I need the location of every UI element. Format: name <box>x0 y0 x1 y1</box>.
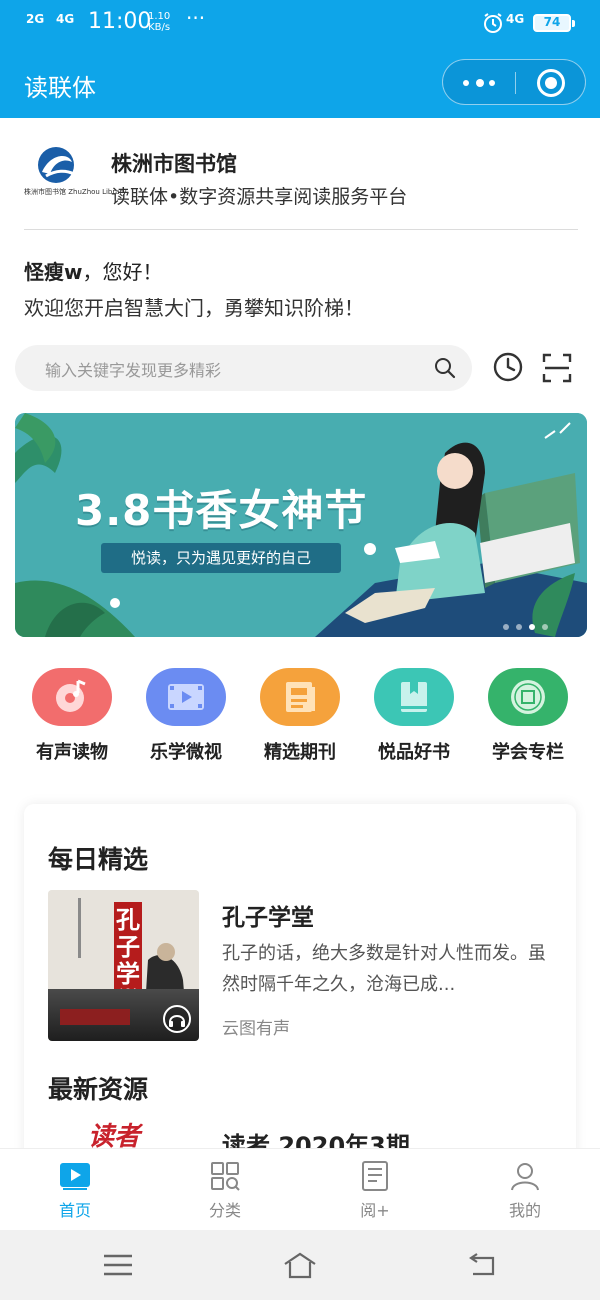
battery-level: 74 <box>543 15 561 29</box>
greeting: 怪瘦w，您好！ <box>24 256 162 285</box>
library-logo-icon <box>38 147 75 183</box>
video-film-icon <box>146 668 226 726</box>
category-journals[interactable]: 精选期刊 <box>243 668 357 764</box>
seal-emblem-icon <box>488 668 568 726</box>
search-input[interactable]: 输入关键字发现更多精彩 <box>15 345 472 391</box>
tab-mine[interactable]: 我的 <box>475 1161 575 1221</box>
home-icon[interactable] <box>282 1250 318 1280</box>
welcome-message: 欢迎您开启智慧大门，勇攀知识阶梯！ <box>24 296 364 320</box>
promo-banner[interactable]: 3.8书香女神节 悦读，只为遇见更好的自己 <box>15 413 587 637</box>
book-title[interactable]: 孔子学堂 <box>222 898 314 932</box>
network-4g: 4G <box>506 12 525 26</box>
journal-icon <box>260 668 340 726</box>
network-speed-value: 1.10 <box>148 11 171 22</box>
newest-resources-title: 最新资源 <box>48 1075 149 1104</box>
book-icon <box>374 668 454 726</box>
banner-pagination <box>503 615 555 634</box>
category-books[interactable]: 悦品好书 <box>357 668 471 764</box>
daily-picks-title: 每日精选 <box>48 845 149 874</box>
banner-dot[interactable] <box>516 624 522 630</box>
signal-2g: 2G <box>26 12 45 26</box>
status-more: ··· <box>186 6 206 30</box>
network-speed: 1.10 KB/s <box>148 11 170 33</box>
banner-title: 3.8书香女神节 <box>75 486 368 535</box>
username: 怪瘦w <box>24 260 83 284</box>
category-label: 乐学微视 <box>150 742 222 763</box>
signal-4g: 4G <box>56 12 75 26</box>
home-play-icon <box>60 1163 90 1190</box>
scan-icon[interactable] <box>542 353 572 383</box>
status-bar: 2G 4G 11:00 1.10 KB/s ··· 4G 74 <box>0 0 600 48</box>
category-label: 精选期刊 <box>264 742 336 763</box>
bottom-tab-bar: 首页 分类 阅+ 我的 <box>0 1148 600 1230</box>
app-title: 读联体 <box>24 74 96 102</box>
tab-label: 分类 <box>208 1201 241 1220</box>
category-society-column[interactable]: 学会专栏 <box>471 668 585 764</box>
alarm-icon <box>484 13 502 33</box>
profile-icon <box>511 1163 539 1191</box>
tab-home[interactable]: 首页 <box>25 1161 125 1221</box>
category-label: 有声读物 <box>36 742 108 763</box>
category-label: 学会专栏 <box>492 742 564 763</box>
banner-subtitle: 悦读，只为遇见更好的自己 <box>101 543 341 573</box>
more-menu-button[interactable] <box>459 70 499 96</box>
title-bar: 读联体 <box>0 48 600 118</box>
newest-item-title[interactable]: 读者 2020年3期 <box>222 1126 410 1148</box>
library-header: 株洲市图书馆 ZhuZhou Library 株洲市图书馆 读联体•数字资源共享… <box>24 138 576 228</box>
tab-label: 阅+ <box>360 1201 390 1220</box>
category-audio-books[interactable]: 有声读物 <box>15 668 129 764</box>
content-card: 每日精选 孔子学堂 孔子学堂 孔子的话，绝大多数是针对人性而发。虽然时隔千年之久… <box>24 804 576 1204</box>
tab-reading[interactable]: 阅+ <box>325 1161 425 1221</box>
banner-dot[interactable] <box>503 624 509 630</box>
mini-program-capsule <box>442 59 586 105</box>
history-icon[interactable] <box>492 351 524 383</box>
tab-label: 我的 <box>508 1201 541 1220</box>
search-icon[interactable] <box>433 356 457 380</box>
system-nav-bar <box>0 1230 600 1300</box>
library-name: 株洲市图书馆 <box>111 152 237 176</box>
book-description: 孔子的话，绝大多数是针对人性而发。虽然时隔千年之久，沧海已成... <box>222 943 546 995</box>
network-speed-unit: KB/s <box>148 22 171 33</box>
library-subtitle: 读联体•数字资源共享阅读服务平台 <box>111 186 408 208</box>
category-nav: 有声读物 乐学微视 精选期刊 悦品好书 学会专栏 <box>15 668 585 768</box>
divider <box>24 229 578 230</box>
category-grid-icon <box>211 1162 240 1191</box>
menu-icon[interactable] <box>100 1250 136 1280</box>
reading-icon <box>362 1161 388 1191</box>
banner-dot[interactable] <box>542 624 548 630</box>
library-logo-text: 株洲市图书馆 ZhuZhou Library <box>24 188 127 196</box>
audio-disc-icon <box>32 668 112 726</box>
book-source: 云图有声 <box>222 1019 290 1039</box>
search-placeholder: 输入关键字发现更多精彩 <box>45 361 222 380</box>
banner-dot[interactable] <box>529 624 535 630</box>
library-logo: 株洲市图书馆 ZhuZhou Library <box>24 144 127 210</box>
close-mini-program-button[interactable] <box>537 69 565 97</box>
category-label: 悦品好书 <box>378 742 450 763</box>
book-cover[interactable]: 孔子学堂 <box>48 890 199 1041</box>
back-icon[interactable] <box>465 1250 501 1280</box>
tab-label: 首页 <box>58 1201 91 1220</box>
greeting-suffix: ，您好！ <box>82 260 163 284</box>
category-video[interactable]: 乐学微视 <box>129 668 243 764</box>
status-time: 11:00 <box>88 9 152 34</box>
headphones-icon[interactable] <box>163 1005 191 1033</box>
battery-icon: 74 <box>533 14 575 32</box>
tab-category[interactable]: 分类 <box>175 1161 275 1221</box>
